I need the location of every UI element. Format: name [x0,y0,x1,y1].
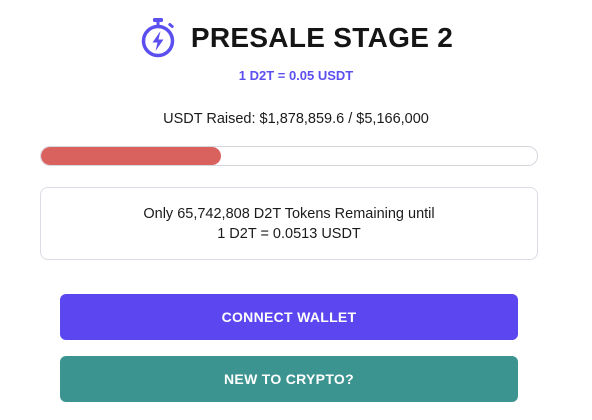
next-rate-line: 1 D2T = 0.0513 USDT [217,225,361,242]
new-to-crypto-button[interactable]: NEW TO CRYPTO? [60,356,518,402]
usdt-raised-text: USDT Raised: $1,878,859.6 / $5,166,000 [163,111,429,127]
page-title: PRESALE STAGE 2 [190,22,454,53]
presale-progress-fill [41,147,222,165]
stopwatch-icon [141,18,175,58]
connect-wallet-button[interactable]: CONNECT WALLET [60,294,518,340]
token-rate: 1 D2T = 0.05 USDT [238,68,354,83]
new-to-crypto-label: NEW TO CRYPTO? [224,371,354,387]
connect-wallet-label: CONNECT WALLET [221,309,357,325]
tokens-remaining-box: Only 65,742,808 D2T Tokens Remaining unt… [40,187,538,260]
tokens-remaining-line: Only 65,742,808 D2T Tokens Remaining unt… [143,205,435,222]
presale-header: PRESALE STAGE 2 [0,14,592,62]
presale-progress-bar [40,146,538,166]
